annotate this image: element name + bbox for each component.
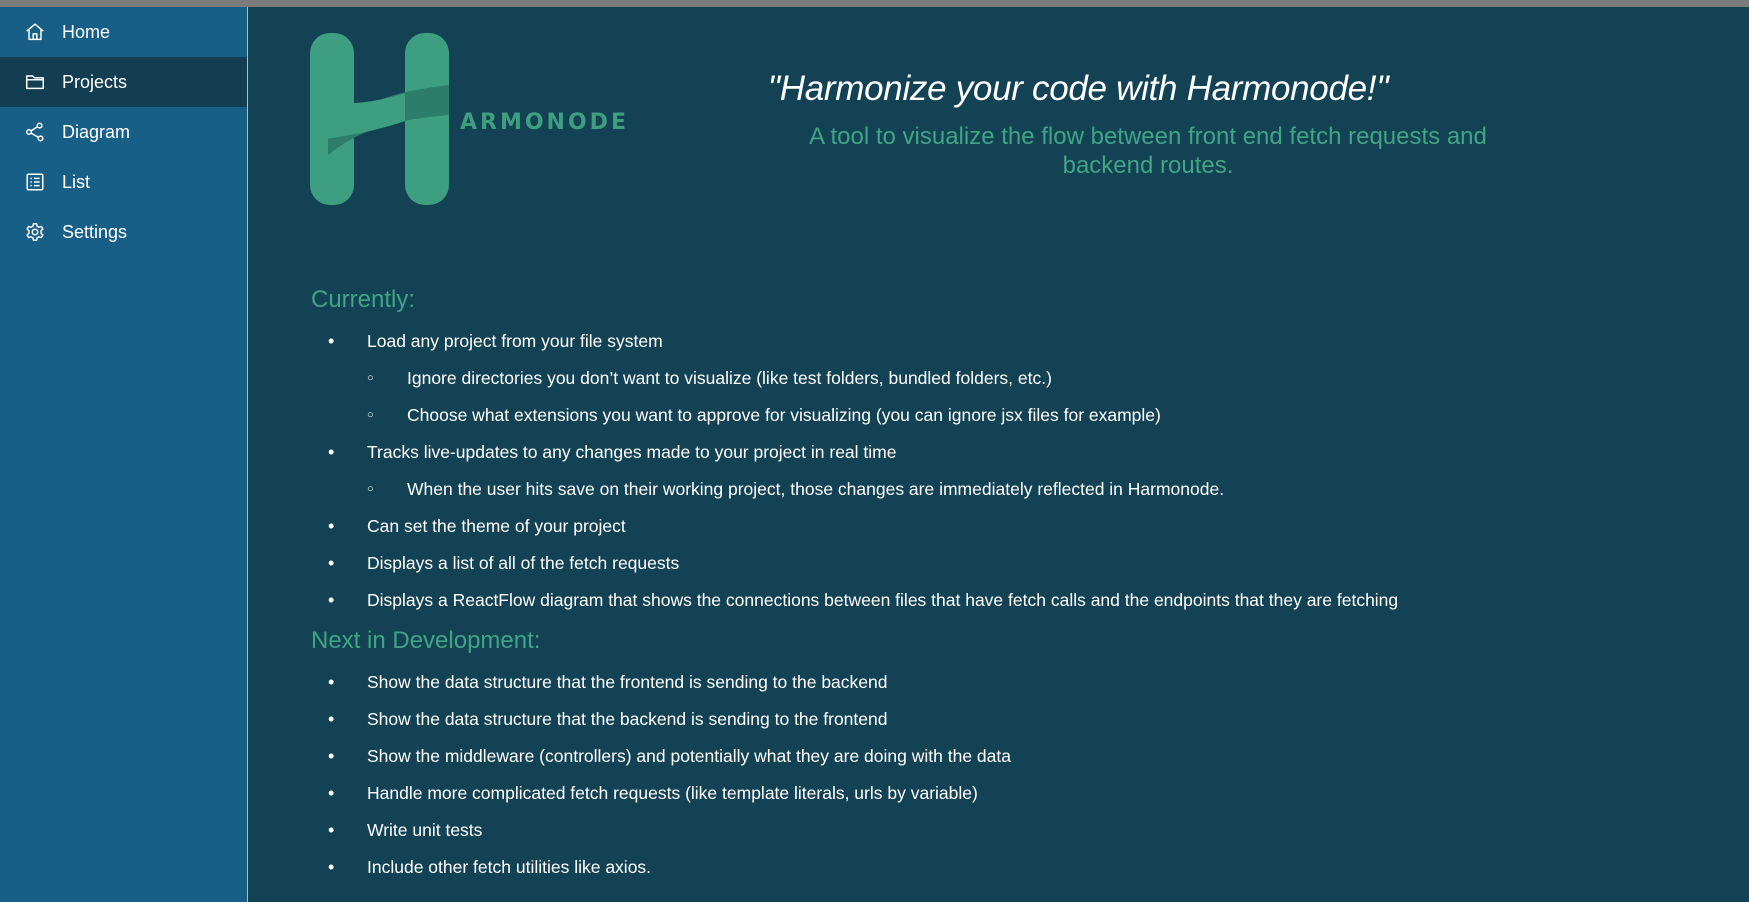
- list-item: Displays a ReactFlow diagram that shows …: [248, 582, 1708, 619]
- section-title-currently: Currently:: [311, 286, 416, 313]
- home-icon: [24, 21, 46, 43]
- sidebar-item-label: List: [62, 171, 91, 192]
- list-item: Write unit tests: [248, 812, 1708, 849]
- list-item: Show the data structure that the backend…: [248, 701, 1708, 738]
- window-top-bar: [0, 0, 1749, 7]
- list-item: Displays a list of all of the fetch requ…: [248, 545, 1708, 582]
- sidebar-item-settings[interactable]: Settings: [0, 207, 247, 257]
- next-list: Show the data structure that the fronten…: [248, 664, 1708, 886]
- page-subtitle: A tool to visualize the flow between fro…: [809, 123, 1487, 179]
- list-item: Load any project from your file system: [248, 323, 1708, 360]
- gear-icon: [24, 221, 46, 243]
- main-content: ARMONODE "Harmonize your code with Harmo…: [248, 7, 1749, 902]
- logo-text: ARMONODE: [460, 110, 629, 135]
- sidebar-item-label: Projects: [62, 71, 128, 92]
- list-item: Choose what extensions you want to appro…: [248, 397, 1708, 434]
- list-item: Show the middleware (controllers) and po…: [248, 738, 1708, 775]
- folder-icon: [24, 71, 46, 93]
- list-item: Handle more complicated fetch requests (…: [248, 775, 1708, 812]
- list-item: When the user hits save on their working…: [248, 471, 1708, 508]
- tagline: "Harmonize your code with Harmonode!": [767, 69, 1389, 108]
- list-icon: [24, 171, 46, 193]
- list-item: Tracks live-updates to any changes made …: [248, 434, 1708, 471]
- sidebar-item-label: Home: [62, 21, 111, 42]
- section-title-next: Next in Development:: [311, 627, 541, 654]
- sidebar-item-label: Settings: [62, 221, 128, 242]
- sidebar-item-label: Diagram: [62, 121, 131, 142]
- sidebar: Home Projects Diagram List Settings: [0, 7, 248, 902]
- list-item: Ignore directories you don’t want to vis…: [248, 360, 1708, 397]
- sidebar-item-projects[interactable]: Projects: [0, 57, 247, 107]
- diagram-icon: [24, 121, 46, 143]
- list-item: Show the data structure that the fronten…: [248, 664, 1708, 701]
- harmonode-logo: ARMONODE: [310, 33, 629, 205]
- sidebar-item-diagram[interactable]: Diagram: [0, 107, 247, 157]
- sidebar-item-home[interactable]: Home: [0, 7, 247, 57]
- list-item: Can set the theme of your project: [248, 508, 1708, 545]
- sidebar-item-list[interactable]: List: [0, 157, 247, 207]
- currently-list: Load any project from your file system I…: [248, 323, 1708, 619]
- list-item: Include other fetch utilities like axios…: [248, 849, 1708, 886]
